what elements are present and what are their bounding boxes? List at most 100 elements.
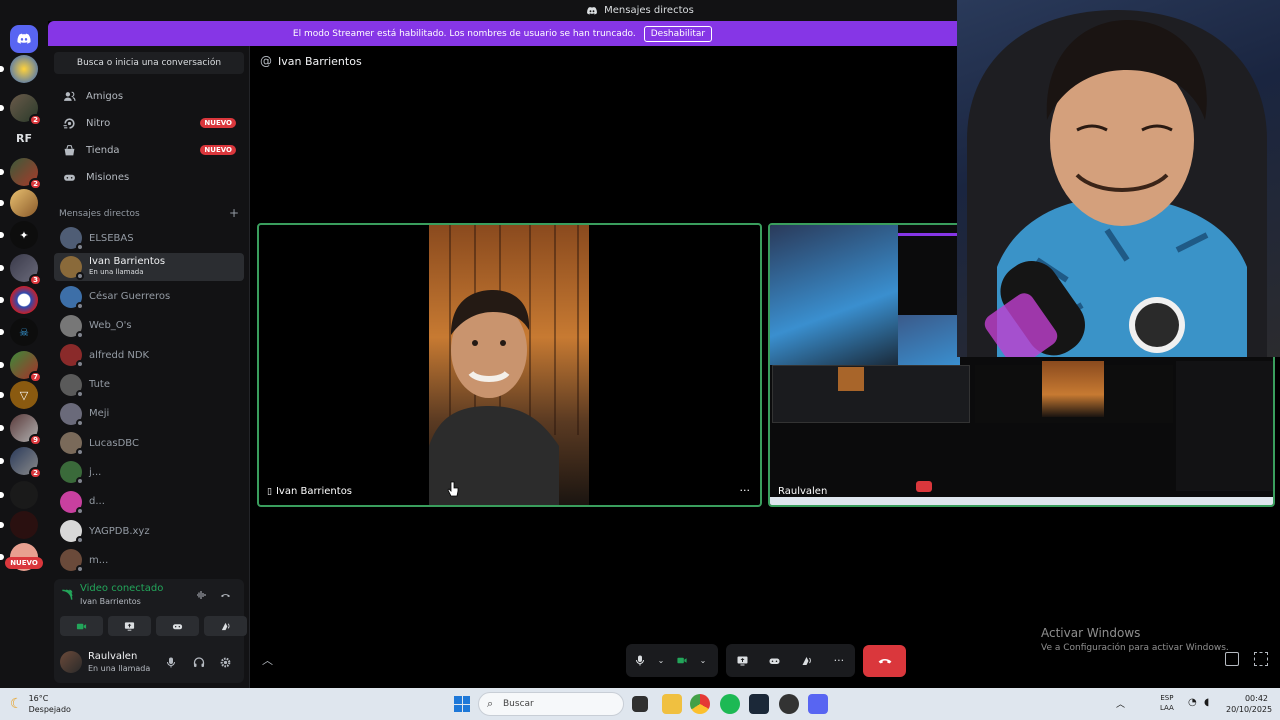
microphone-icon[interactable] xyxy=(164,655,178,669)
status-dot xyxy=(76,330,84,339)
nav-shop[interactable]: Tienda NUEVO xyxy=(54,137,244,163)
server-icon[interactable]: 2 xyxy=(0,158,42,190)
dm-item[interactable]: YAGPDB.xyz xyxy=(54,517,244,545)
server-rf[interactable]: RF xyxy=(10,124,38,152)
banner-text: El modo Streamer está habilitado. Los no… xyxy=(292,28,636,39)
call-header: @ Ivan Barrientos xyxy=(260,54,362,68)
noise-suppression-icon[interactable] xyxy=(194,589,208,601)
gamepad-icon xyxy=(172,623,183,629)
disable-streamer-button[interactable]: Deshabilitar xyxy=(643,25,713,42)
dm-name: d... xyxy=(89,496,105,508)
camera-button[interactable] xyxy=(668,647,696,675)
user-status: En una llamada xyxy=(88,664,151,673)
hang-up-button[interactable] xyxy=(863,645,906,677)
server-icon[interactable]: 2 xyxy=(0,447,42,479)
more-options-button[interactable]: ··· xyxy=(825,647,853,675)
dm-item[interactable]: alfredd NDK xyxy=(54,341,244,369)
clock[interactable]: 00:42 20/10/2025 xyxy=(1226,693,1272,715)
server-icon[interactable]: ✦ xyxy=(0,221,38,249)
dm-item[interactable]: LucasDBC xyxy=(54,429,244,457)
activities-button[interactable] xyxy=(156,616,199,636)
camera-toggle-button[interactable] xyxy=(60,616,103,636)
voice-channel[interactable]: Ivan Barrientos xyxy=(80,597,141,606)
server-icon[interactable] xyxy=(0,481,38,509)
dm-item[interactable]: d... xyxy=(54,488,244,516)
server-icon[interactable]: 2 xyxy=(0,94,42,126)
settings-gear-icon[interactable] xyxy=(218,655,232,669)
dm-name: alfredd NDK xyxy=(89,349,150,361)
dm-name: m... xyxy=(89,554,109,566)
obs-icon[interactable] xyxy=(779,694,799,714)
streamer-webcam-overlay xyxy=(957,0,1280,357)
avatar xyxy=(60,285,84,310)
quests-icon xyxy=(62,170,76,184)
server-icon[interactable] xyxy=(0,189,38,217)
dm-item[interactable]: Web_O's xyxy=(54,312,244,340)
wifi-icon[interactable]: ◔ xyxy=(1188,697,1197,708)
server-icon[interactable] xyxy=(0,286,38,314)
dm-name: LucasDBC xyxy=(89,437,139,449)
windows-taskbar: ☾ 16°C Despejado ⌕ Buscar ︿ ESP LAA ◔ ◖ 0… xyxy=(0,688,1280,720)
server-icon[interactable] xyxy=(0,511,38,539)
mic-options-chevron-icon[interactable]: ⌄ xyxy=(654,647,668,675)
dm-section-header: Mensajes directos + xyxy=(59,206,239,220)
weather-widget[interactable]: ☾ 16°C Despejado xyxy=(10,693,71,715)
chrome-icon[interactable] xyxy=(690,694,710,714)
discord-logo-icon xyxy=(17,33,31,44)
server-icon[interactable] xyxy=(0,55,38,83)
activities-button[interactable] xyxy=(760,647,788,675)
video-tile-ivan[interactable]: ▯ Ivan Barrientos ··· xyxy=(257,223,762,507)
status-dot xyxy=(76,477,84,486)
file-explorer-icon[interactable] xyxy=(662,694,682,714)
dm-item[interactable]: César Guerreros xyxy=(54,283,244,311)
screen-share-button[interactable] xyxy=(108,616,151,636)
dm-item[interactable]: ELSEBAS xyxy=(54,224,244,252)
server-icon[interactable]: ▽ xyxy=(0,381,38,409)
volume-icon[interactable]: ◖ xyxy=(1204,697,1209,708)
signal-icon xyxy=(62,589,73,600)
task-view-icon[interactable] xyxy=(632,696,648,712)
fullscreen-icon[interactable] xyxy=(1254,652,1268,666)
spotify-icon[interactable] xyxy=(720,694,740,714)
nav-quests[interactable]: Misiones xyxy=(54,164,244,190)
camera-options-chevron-icon[interactable]: ⌄ xyxy=(696,647,710,675)
ellipsis-icon: ··· xyxy=(833,654,845,667)
server-icon[interactable]: 3 xyxy=(0,254,42,286)
dm-item[interactable]: Tute xyxy=(54,371,244,399)
tray-chevron-icon[interactable]: ︿ xyxy=(1116,697,1125,710)
dm-name: Tute xyxy=(89,379,111,390)
voice-status[interactable]: Video conectado xyxy=(80,583,163,594)
discord-icon[interactable] xyxy=(808,694,828,714)
soundboard-button[interactable] xyxy=(204,616,247,636)
dm-item[interactable]: m... xyxy=(54,546,244,574)
game-launcher-icon[interactable] xyxy=(749,694,769,714)
taskbar-search[interactable]: ⌕ Buscar xyxy=(478,692,624,716)
mute-button[interactable] xyxy=(626,647,654,675)
add-dm-button[interactable]: + xyxy=(229,207,239,219)
avatar[interactable] xyxy=(60,651,82,673)
screen-share-button[interactable] xyxy=(728,647,756,675)
avatar xyxy=(60,344,84,369)
dm-item[interactable]: Ivan Barrientos En una llamada xyxy=(54,253,244,282)
soundboard-button[interactable] xyxy=(793,647,821,675)
headphones-icon[interactable] xyxy=(192,655,206,669)
popout-icon[interactable] xyxy=(1225,652,1239,666)
username[interactable]: Raulvalen xyxy=(88,651,137,662)
server-icon[interactable]: 9 xyxy=(0,414,42,446)
status-dot xyxy=(76,536,84,544)
disconnect-icon[interactable] xyxy=(218,589,232,601)
dm-item[interactable]: j... xyxy=(54,458,244,486)
start-button[interactable] xyxy=(454,696,470,712)
nav-friends[interactable]: Amigos xyxy=(54,83,244,109)
tile-more-button[interactable]: ··· xyxy=(740,484,751,497)
conversation-search[interactable]: Busca o inicia una conversación xyxy=(54,52,244,74)
collapse-chevron-icon[interactable]: ︿ xyxy=(262,652,273,668)
user-panel: Raulvalen En una llamada xyxy=(54,641,244,683)
server-icon[interactable]: 7 xyxy=(0,351,42,383)
server-icon[interactable]: ☠ xyxy=(0,318,38,346)
avatar xyxy=(60,549,84,574)
language-indicator[interactable]: ESP LAA xyxy=(1160,693,1174,713)
dm-item[interactable]: Meji xyxy=(54,400,244,428)
home-button[interactable] xyxy=(10,25,38,53)
nav-nitro[interactable]: Nitro NUEVO xyxy=(54,110,244,136)
